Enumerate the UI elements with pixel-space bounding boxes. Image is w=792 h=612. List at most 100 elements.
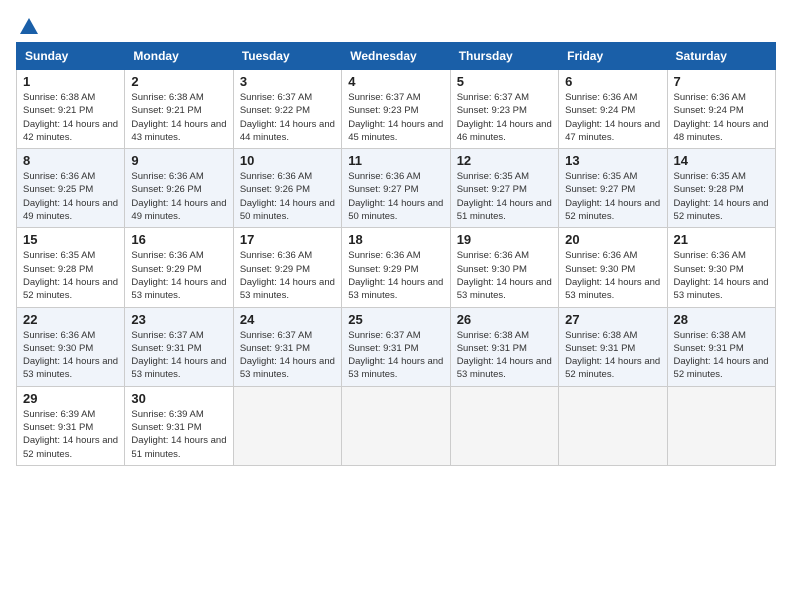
day-number: 30 xyxy=(131,391,226,406)
calendar-cell: 18 Sunrise: 6:36 AMSunset: 9:29 PMDayligh… xyxy=(342,228,450,307)
day-number: 2 xyxy=(131,74,226,89)
day-number: 8 xyxy=(23,153,118,168)
day-number: 12 xyxy=(457,153,552,168)
day-number: 5 xyxy=(457,74,552,89)
day-info: Sunrise: 6:35 AMSunset: 9:27 PMDaylight:… xyxy=(565,170,660,223)
day-info: Sunrise: 6:36 AMSunset: 9:30 PMDaylight:… xyxy=(23,329,118,382)
calendar-table: SundayMondayTuesdayWednesdayThursdayFrid… xyxy=(16,42,776,466)
day-info: Sunrise: 6:36 AMSunset: 9:26 PMDaylight:… xyxy=(131,170,226,223)
day-number: 15 xyxy=(23,232,118,247)
calendar-week-row: 22 Sunrise: 6:36 AMSunset: 9:30 PMDayligh… xyxy=(17,307,776,386)
logo xyxy=(16,16,40,32)
col-header-wednesday: Wednesday xyxy=(342,43,450,70)
calendar-cell: 24 Sunrise: 6:37 AMSunset: 9:31 PMDayligh… xyxy=(233,307,341,386)
day-info: Sunrise: 6:36 AMSunset: 9:29 PMDaylight:… xyxy=(348,249,443,302)
day-number: 3 xyxy=(240,74,335,89)
day-number: 29 xyxy=(23,391,118,406)
day-number: 23 xyxy=(131,312,226,327)
day-info: Sunrise: 6:36 AMSunset: 9:24 PMDaylight:… xyxy=(565,91,660,144)
calendar-cell: 16 Sunrise: 6:36 AMSunset: 9:29 PMDayligh… xyxy=(125,228,233,307)
day-info: Sunrise: 6:38 AMSunset: 9:31 PMDaylight:… xyxy=(457,329,552,382)
day-number: 10 xyxy=(240,153,335,168)
calendar-week-row: 15 Sunrise: 6:35 AMSunset: 9:28 PMDayligh… xyxy=(17,228,776,307)
day-info: Sunrise: 6:36 AMSunset: 9:24 PMDaylight:… xyxy=(674,91,769,144)
calendar-cell: 10 Sunrise: 6:36 AMSunset: 9:26 PMDayligh… xyxy=(233,149,341,228)
calendar-cell: 7 Sunrise: 6:36 AMSunset: 9:24 PMDaylight… xyxy=(667,70,775,149)
day-number: 27 xyxy=(565,312,660,327)
day-info: Sunrise: 6:38 AMSunset: 9:21 PMDaylight:… xyxy=(131,91,226,144)
day-info: Sunrise: 6:36 AMSunset: 9:27 PMDaylight:… xyxy=(348,170,443,223)
day-number: 19 xyxy=(457,232,552,247)
day-info: Sunrise: 6:35 AMSunset: 9:27 PMDaylight:… xyxy=(457,170,552,223)
day-info: Sunrise: 6:36 AMSunset: 9:30 PMDaylight:… xyxy=(565,249,660,302)
day-info: Sunrise: 6:36 AMSunset: 9:30 PMDaylight:… xyxy=(674,249,769,302)
calendar-cell xyxy=(450,386,558,465)
day-number: 24 xyxy=(240,312,335,327)
calendar-week-row: 8Sunrise: 6:36 AMSunset: 9:25 PMDaylight… xyxy=(17,149,776,228)
day-info: Sunrise: 6:37 AMSunset: 9:23 PMDaylight:… xyxy=(348,91,443,144)
calendar-cell: 12 Sunrise: 6:35 AMSunset: 9:27 PMDayligh… xyxy=(450,149,558,228)
day-info: Sunrise: 6:38 AMSunset: 9:21 PMDaylight:… xyxy=(23,91,118,144)
calendar-cell: 4 Sunrise: 6:37 AMSunset: 9:23 PMDaylight… xyxy=(342,70,450,149)
calendar-cell: 2 Sunrise: 6:38 AMSunset: 9:21 PMDaylight… xyxy=(125,70,233,149)
day-info: Sunrise: 6:36 AMSunset: 9:30 PMDaylight:… xyxy=(457,249,552,302)
day-info: Sunrise: 6:37 AMSunset: 9:31 PMDaylight:… xyxy=(348,329,443,382)
calendar-cell: 21 Sunrise: 6:36 AMSunset: 9:30 PMDayligh… xyxy=(667,228,775,307)
day-number: 13 xyxy=(565,153,660,168)
day-number: 20 xyxy=(565,232,660,247)
calendar-cell: 27Sunrise: 6:38 AMSunset: 9:31 PMDayligh… xyxy=(559,307,667,386)
calendar-cell: 17 Sunrise: 6:36 AMSunset: 9:29 PMDayligh… xyxy=(233,228,341,307)
calendar-cell: 30 Sunrise: 6:39 AMSunset: 9:31 PMDayligh… xyxy=(125,386,233,465)
day-number: 7 xyxy=(674,74,769,89)
day-info: Sunrise: 6:36 AMSunset: 9:29 PMDaylight:… xyxy=(131,249,226,302)
calendar-cell: 23Sunrise: 6:37 AMSunset: 9:31 PMDayligh… xyxy=(125,307,233,386)
day-info: Sunrise: 6:37 AMSunset: 9:23 PMDaylight:… xyxy=(457,91,552,144)
col-header-thursday: Thursday xyxy=(450,43,558,70)
calendar-cell: 29Sunrise: 6:39 AMSunset: 9:31 PMDayligh… xyxy=(17,386,125,465)
page-header xyxy=(16,16,776,32)
calendar-header-row: SundayMondayTuesdayWednesdayThursdayFrid… xyxy=(17,43,776,70)
day-info: Sunrise: 6:36 AMSunset: 9:26 PMDaylight:… xyxy=(240,170,335,223)
calendar-week-row: 1 Sunrise: 6:38 AMSunset: 9:21 PMDaylight… xyxy=(17,70,776,149)
day-number: 6 xyxy=(565,74,660,89)
calendar-cell: 20 Sunrise: 6:36 AMSunset: 9:30 PMDayligh… xyxy=(559,228,667,307)
col-header-tuesday: Tuesday xyxy=(233,43,341,70)
day-number: 16 xyxy=(131,232,226,247)
day-info: Sunrise: 6:37 AMSunset: 9:31 PMDaylight:… xyxy=(240,329,335,382)
calendar-cell: 22 Sunrise: 6:36 AMSunset: 9:30 PMDayligh… xyxy=(17,307,125,386)
calendar-cell xyxy=(233,386,341,465)
calendar-cell: 6 Sunrise: 6:36 AMSunset: 9:24 PMDaylight… xyxy=(559,70,667,149)
day-number: 22 xyxy=(23,312,118,327)
col-header-monday: Monday xyxy=(125,43,233,70)
day-number: 17 xyxy=(240,232,335,247)
day-number: 4 xyxy=(348,74,443,89)
day-number: 21 xyxy=(674,232,769,247)
col-header-saturday: Saturday xyxy=(667,43,775,70)
calendar-cell: 1 Sunrise: 6:38 AMSunset: 9:21 PMDaylight… xyxy=(17,70,125,149)
day-info: Sunrise: 6:36 AMSunset: 9:29 PMDaylight:… xyxy=(240,249,335,302)
calendar-cell: 11 Sunrise: 6:36 AMSunset: 9:27 PMDayligh… xyxy=(342,149,450,228)
day-number: 1 xyxy=(23,74,118,89)
calendar-cell xyxy=(342,386,450,465)
day-info: Sunrise: 6:38 AMSunset: 9:31 PMDaylight:… xyxy=(674,329,769,382)
day-number: 25 xyxy=(348,312,443,327)
calendar-cell: 8Sunrise: 6:36 AMSunset: 9:25 PMDaylight… xyxy=(17,149,125,228)
day-info: Sunrise: 6:35 AMSunset: 9:28 PMDaylight:… xyxy=(674,170,769,223)
day-info: Sunrise: 6:35 AMSunset: 9:28 PMDaylight:… xyxy=(23,249,118,302)
day-number: 9 xyxy=(131,153,226,168)
calendar-cell: 14Sunrise: 6:35 AMSunset: 9:28 PMDayligh… xyxy=(667,149,775,228)
day-number: 11 xyxy=(348,153,443,168)
day-number: 26 xyxy=(457,312,552,327)
calendar-cell: 28 Sunrise: 6:38 AMSunset: 9:31 PMDayligh… xyxy=(667,307,775,386)
calendar-cell: 26 Sunrise: 6:38 AMSunset: 9:31 PMDayligh… xyxy=(450,307,558,386)
calendar-cell xyxy=(667,386,775,465)
day-number: 18 xyxy=(348,232,443,247)
day-info: Sunrise: 6:37 AMSunset: 9:22 PMDaylight:… xyxy=(240,91,335,144)
col-header-friday: Friday xyxy=(559,43,667,70)
calendar-week-row: 29 Sunrise: 6:39 AMSunset: 9:31 PMDayligh… xyxy=(17,386,776,465)
day-info: Sunrise: 6:39 AMSunset: 9:31 PMDaylight:… xyxy=(131,408,226,461)
logo-icon xyxy=(18,16,40,38)
day-number: 28 xyxy=(674,312,769,327)
calendar-cell xyxy=(559,386,667,465)
col-header-sunday: Sunday xyxy=(17,43,125,70)
